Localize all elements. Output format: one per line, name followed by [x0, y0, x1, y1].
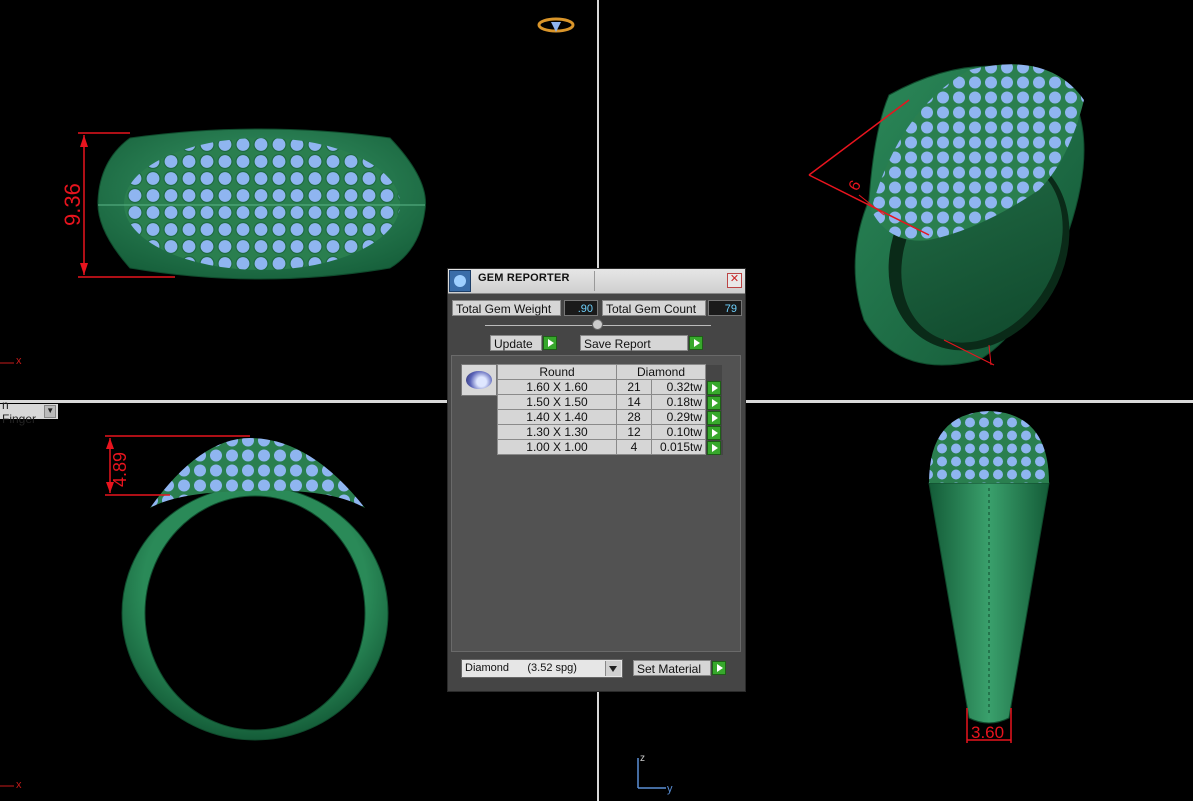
select-row-icon[interactable]	[707, 380, 721, 395]
total-gem-count-value: 79	[708, 300, 742, 316]
round-diamond-icon[interactable]	[461, 364, 497, 396]
total-gem-weight-label: Total Gem Weight	[452, 300, 561, 316]
gem-weight: 0.32tw	[651, 379, 706, 395]
material-select-value: Diamond (3.52 spg)	[465, 662, 577, 674]
total-gem-weight-value: .90	[564, 300, 598, 316]
dimension-label-perspective: 6	[846, 178, 865, 194]
view-name-label: n Finger	[2, 397, 37, 426]
update-go-icon[interactable]	[543, 336, 557, 350]
dialog-title: GEM REPORTER	[478, 272, 570, 284]
save-report-go-icon[interactable]	[689, 336, 703, 350]
gem-reporter-dialog: GEM REPORTER ✕ Total Gem Weight .90 Tota…	[447, 268, 746, 692]
save-report-button[interactable]: Save Report	[580, 335, 688, 351]
dialog-titlebar[interactable]: GEM REPORTER ✕	[448, 269, 745, 294]
select-row-icon[interactable]	[707, 410, 721, 425]
column-header-material: Diamond	[616, 364, 706, 380]
y-axis-label: y	[667, 783, 673, 795]
gem-table: Round Diamond 1.60 X 1.60 21 0.32tw 1.50…	[497, 364, 723, 455]
set-material-go-icon[interactable]	[712, 661, 726, 675]
table-row[interactable]: 1.40 X 1.40 28 0.29tw	[497, 409, 723, 425]
z-axis-label: z	[640, 753, 645, 764]
gem-count: 4	[616, 439, 652, 455]
gem-weight: 0.29tw	[651, 409, 706, 425]
table-row[interactable]: 1.60 X 1.60 21 0.32tw	[497, 379, 723, 395]
table-row[interactable]: 1.30 X 1.30 12 0.10tw	[497, 424, 723, 440]
close-icon[interactable]: ✕	[727, 273, 742, 288]
select-row-icon[interactable]	[707, 425, 721, 440]
gem-size: 1.00 X 1.00	[497, 439, 617, 455]
gem-weight: 0.10tw	[651, 424, 706, 440]
gem-count: 28	[616, 409, 652, 425]
table-row[interactable]: 1.00 X 1.00 4 0.015tw	[497, 439, 723, 455]
x-axis-label-front: x	[16, 779, 22, 791]
dimension-label-front: 4.89	[110, 452, 130, 487]
set-material-button[interactable]: Set Material	[633, 660, 711, 676]
view-name-dropdown[interactable]: n Finger ▼	[0, 398, 58, 426]
slider-knob[interactable]	[592, 319, 603, 330]
material-select[interactable]: Diamond (3.52 spg)	[461, 659, 623, 678]
title-separator	[594, 271, 595, 291]
dimension-label-top: 9.36	[60, 183, 85, 226]
gem-reporter-icon	[449, 270, 471, 292]
gem-count: 12	[616, 424, 652, 440]
gem-list-panel: Round Diamond 1.60 X 1.60 21 0.32tw 1.50…	[451, 355, 741, 652]
dimension-label-side: 3.60	[971, 723, 1004, 742]
gem-count: 14	[616, 394, 652, 410]
update-button[interactable]: Update	[490, 335, 542, 351]
gem-size: 1.30 X 1.30	[497, 424, 617, 440]
gem-weight: 0.015tw	[651, 439, 706, 455]
total-gem-count-label: Total Gem Count	[602, 300, 706, 316]
gem-size: 1.50 X 1.50	[497, 394, 617, 410]
chevron-down-icon[interactable]	[605, 661, 621, 676]
chevron-down-icon[interactable]: ▼	[44, 405, 56, 418]
gem-size: 1.40 X 1.40	[497, 409, 617, 425]
gem-count: 21	[616, 379, 652, 395]
gem-size: 1.60 X 1.60	[497, 379, 617, 395]
axes-widget: z y	[630, 750, 680, 795]
table-row[interactable]: 1.50 X 1.50 14 0.18tw	[497, 394, 723, 410]
column-header-shape: Round	[497, 364, 617, 380]
gem-weight: 0.18tw	[651, 394, 706, 410]
select-row-icon[interactable]	[707, 395, 721, 410]
select-row-icon[interactable]	[707, 440, 721, 455]
x-axis-label: x	[16, 355, 22, 367]
